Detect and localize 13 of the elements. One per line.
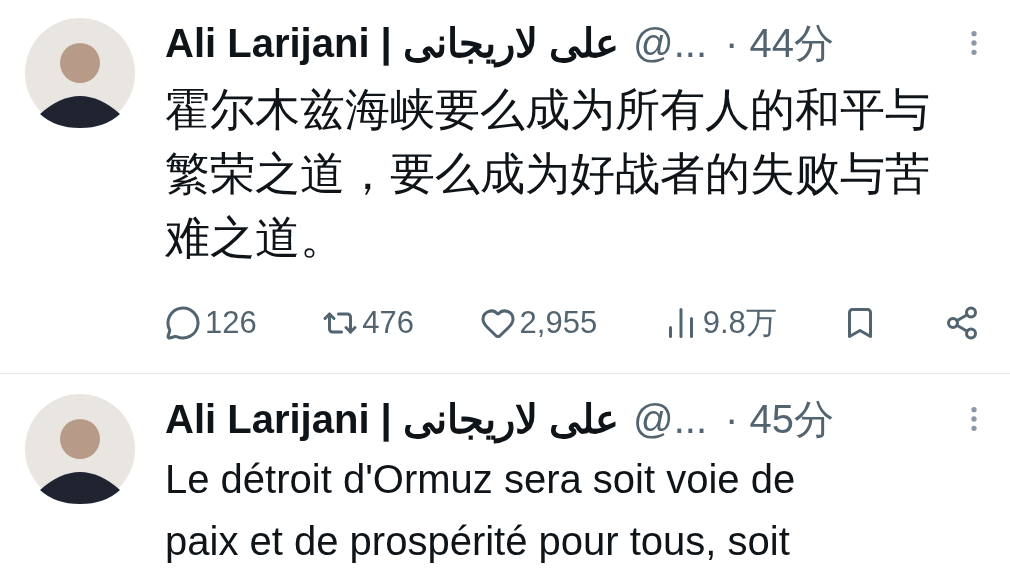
action-count: 126 [205,304,257,342]
reply-icon[interactable] [165,305,201,342]
author-name[interactable]: Ali Larijani | علی لاریجانی [165,388,620,449]
action-count: 476 [362,304,415,342]
action-count: 2,955 [519,304,598,342]
timestamp: · 44分 [725,23,834,63]
action-count: 9.8万 [702,304,777,342]
handle: @... [633,398,707,439]
author-name[interactable]: Ali Larijani | علی لاریجانی [165,13,620,73]
timestamp: · 45分 [725,398,834,439]
handle: @... [633,23,707,63]
tweet-text: 霍尔木兹海峡要么成为所有人的和平与 繁荣之道，要么成为好战者的失败与苦 难之道。 [165,83,931,265]
tweet-text: Le détroit d'Ormuz sera soit voie de paix et de prospérité pour tous, soit [165,455,797,565]
